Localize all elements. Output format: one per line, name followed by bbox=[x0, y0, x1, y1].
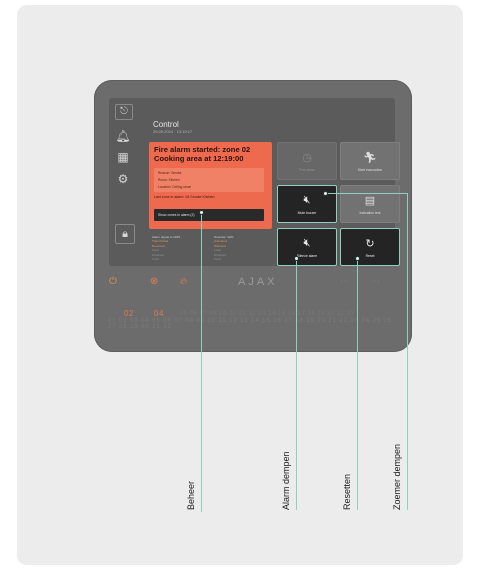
callout-dot bbox=[199, 210, 204, 215]
leader-line-zoemer-dempen bbox=[407, 193, 408, 510]
cms-status-line: Fault bbox=[152, 257, 159, 262]
brand-logo: AJAX bbox=[238, 276, 278, 288]
clock-icon: ◷ bbox=[302, 152, 312, 164]
sounder-status-line: Fault bbox=[214, 257, 221, 262]
silenced-indicator-icon: ⋯ bbox=[340, 276, 350, 287]
bell-icon[interactable]: 🔔︎ bbox=[114, 129, 132, 143]
screen-timestamp: 29.09.2024 · 13:19:17 bbox=[153, 129, 193, 134]
callout-dot bbox=[355, 256, 360, 261]
indication-test-label: Indication test bbox=[359, 211, 381, 215]
touch-screen: ⎋ Control 29.09.2024 · 13:19:17 🔔︎ ▦ ⚙ F… bbox=[109, 98, 400, 266]
callout-alarm-dempen: Alarm dempen bbox=[281, 451, 291, 510]
speaker-mute-icon: 🔇︎ bbox=[303, 237, 311, 249]
start-evacuation-label: Start evacuation bbox=[357, 168, 383, 172]
fire-alarm-card: Fire alarm started: zone 02 Cooking area… bbox=[149, 142, 272, 229]
alarm-details: Reason: Smoke Room: Kitchen Location: Ce… bbox=[154, 168, 264, 192]
disabled-indicator-icon: ⋯ bbox=[370, 276, 380, 287]
zone-indicators-row: 05 06 07 08 09 10 11 12 13 14 15 16 17 1… bbox=[180, 311, 355, 317]
leader-line-alarm-dempen bbox=[296, 258, 297, 510]
reset-tile[interactable]: ↻ Reset bbox=[340, 228, 400, 266]
callout-resetten: Resetten bbox=[342, 473, 352, 510]
first-alarm-tile[interactable]: ◷ First alarm bbox=[277, 142, 337, 180]
indication-test-icon: ▤ bbox=[364, 195, 376, 207]
alarm-detail-reason: Reason: Smoke bbox=[158, 171, 182, 175]
leader-line-beheer bbox=[201, 212, 202, 512]
fire-indicator-icon: 🔥︎ bbox=[180, 276, 188, 287]
callout-dot bbox=[294, 256, 299, 261]
zone-indicators-row: 01 02 03 04 05 06 07 08 09 10 11 12 13 1… bbox=[108, 318, 393, 330]
alarm-last-zone: Last zone in alarm: 04 Smoke Kitchen bbox=[154, 195, 215, 199]
callout-zoemer-dempen: Zoemer dempen bbox=[392, 443, 402, 510]
fault-indicator-icon: ⊗ bbox=[150, 276, 159, 287]
zone-indicator-active: 02 bbox=[124, 309, 134, 318]
mute-buzzer-label: Mute buzzer bbox=[297, 211, 317, 215]
grid-icon[interactable]: ▦ bbox=[114, 150, 132, 164]
first-alarm-label: First alarm bbox=[298, 168, 315, 172]
start-evacuation-tile[interactable]: 🏃︎ Start evacuation bbox=[340, 142, 400, 180]
silence-alarm-label: Silence alarm bbox=[296, 254, 318, 258]
control-panel-device: ⎋ Control 29.09.2024 · 13:19:17 🔔︎ ▦ ⚙ F… bbox=[94, 80, 412, 352]
leader-line-resetten bbox=[357, 258, 358, 510]
leader-line-zoemer-horizontal bbox=[325, 193, 407, 194]
callout-dot bbox=[323, 191, 328, 196]
speaker-mute-icon: 🔇︎ bbox=[303, 194, 311, 206]
power-indicator-icon: ⏻ bbox=[109, 276, 117, 287]
running-person-icon: 🏃︎ bbox=[363, 152, 377, 164]
indication-test-tile[interactable]: ▤ Indication test bbox=[340, 185, 400, 223]
gear-icon[interactable]: ⚙ bbox=[114, 172, 132, 186]
cms-status: Alarm signal to CMS Transmitted Received… bbox=[152, 235, 180, 261]
alarm-detail-location: Location: Ceiling stove bbox=[158, 185, 192, 189]
show-zones-button[interactable]: Show zones in alarm (2) bbox=[154, 209, 264, 221]
screen-title: Control bbox=[153, 120, 179, 129]
exit-icon[interactable]: ⎋ bbox=[115, 104, 133, 120]
alarm-detail-room: Room: Kitchen bbox=[158, 178, 180, 182]
alarm-title: Fire alarm started: zone 02 Cooking area… bbox=[154, 145, 251, 163]
callout-beheer: Beheer bbox=[186, 480, 196, 510]
mute-buzzer-tile[interactable]: 🔇︎ Mute buzzer bbox=[277, 185, 337, 223]
sounder-status: Sounder, VAD Activated Silenced Fault Di… bbox=[214, 235, 233, 261]
reset-label: Reset bbox=[365, 254, 375, 258]
silence-alarm-tile[interactable]: 🔇︎ Silence alarm bbox=[277, 228, 337, 266]
lock-icon[interactable]: 🔒︎ bbox=[115, 224, 135, 244]
reset-arrow-icon: ↻ bbox=[365, 238, 375, 250]
zone-indicator-active: 04 bbox=[154, 309, 164, 318]
